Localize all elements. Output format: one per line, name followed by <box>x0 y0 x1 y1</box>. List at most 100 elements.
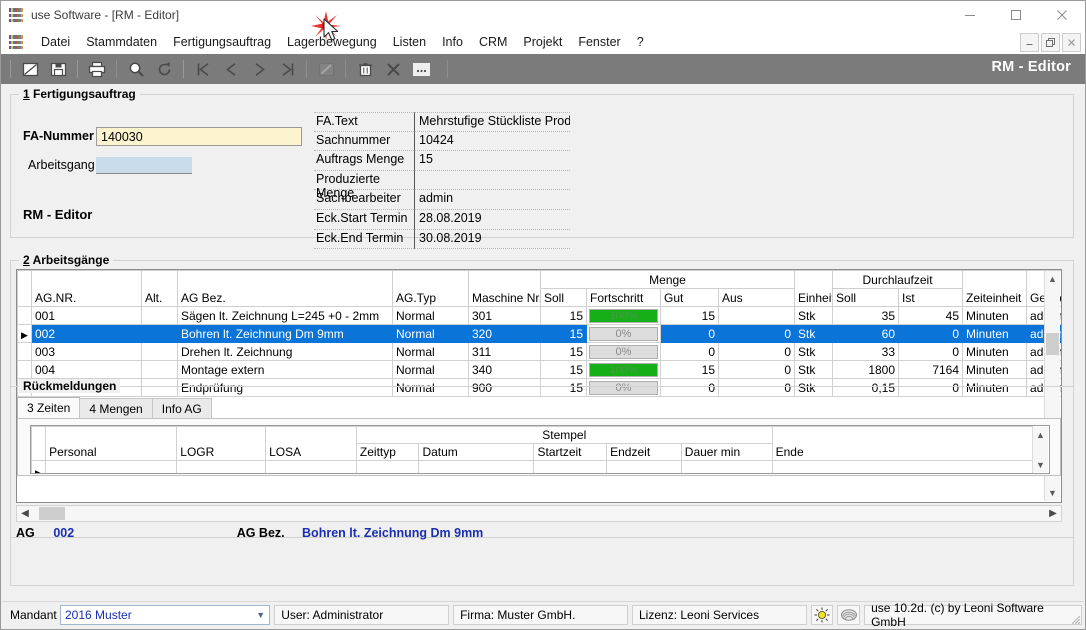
legend-text: Fertigungsauftrag <box>33 87 136 101</box>
table-row[interactable]: 003 Drehen lt. Zeichnung Normal 311 15 0% 0 0 St… <box>17 342 1061 361</box>
app-logo-icon <box>9 8 23 22</box>
mandant-select[interactable]: 2016 Muster ▼ <box>60 605 271 625</box>
menu-item-lagerbewegung[interactable]: Lagerbewegung <box>279 32 385 52</box>
rm-col-zeittyp[interactable]: Zeittyp <box>355 443 420 461</box>
cell-menge-aus: 0 <box>717 324 796 343</box>
scroll-up-icon[interactable]: ▲ <box>1045 271 1060 287</box>
col-ag-nr[interactable]: AG.NR. <box>31 270 142 307</box>
col-group-durchlaufzeit: Durchlaufzeit <box>832 270 964 289</box>
maximize-button[interactable] <box>993 1 1039 29</box>
col-menge-gut[interactable]: Gut <box>660 288 719 307</box>
refresh-icon[interactable] <box>153 59 175 79</box>
arbeitsgang-input[interactable] <box>96 157 192 174</box>
scrollbar-thumb[interactable] <box>1046 333 1059 355</box>
col-ag-bez[interactable]: AG Bez. <box>177 270 393 307</box>
print-icon[interactable] <box>86 59 108 79</box>
mandant-label: Mandant <box>10 608 57 622</box>
rm-cell-endzeit <box>606 460 682 473</box>
detail-key: FA.Text <box>314 112 414 132</box>
mdi-restore-button[interactable] <box>1041 33 1060 52</box>
rm-table-row[interactable]: ▶ <box>31 460 1034 473</box>
menu-item-datei[interactable]: Datei <box>33 32 78 52</box>
rm-cell-zeittyp <box>355 460 420 473</box>
rueckmeldungen-grid[interactable]: Personal LOGR LOSA Stempel Ende Zeittyp … <box>30 425 1050 474</box>
cell-ag-typ: Normal <box>392 342 469 361</box>
cell-ag-typ: Normal <box>392 306 469 325</box>
menu-item-listen[interactable]: Listen <box>385 32 434 52</box>
tab-zeiten[interactable]: 3 Zeiten <box>17 397 81 419</box>
fa-nummer-input[interactable] <box>96 127 302 146</box>
menu-item-projekt[interactable]: Projekt <box>515 32 570 52</box>
rm-col-endzeit[interactable]: Endzeit <box>606 443 682 461</box>
menu-logo-icon <box>9 35 23 49</box>
table-row[interactable]: ▶ 002 Bohren lt. Zeichnung Dm 9mm Normal 320… <box>17 324 1061 343</box>
menu-item-crm[interactable]: CRM <box>471 32 515 52</box>
rm-col-startzeit[interactable]: Startzeit <box>533 443 608 461</box>
tab-mengen[interactable]: 4 Mengen <box>79 398 153 419</box>
rm-col-ende[interactable]: Ende <box>771 426 1034 461</box>
cancel-icon[interactable] <box>382 59 404 79</box>
toolbar: RM - Editor <box>1 54 1085 84</box>
fertigungsauftrag-legend: 1 Fertigungsauftrag <box>19 87 140 101</box>
rm-scroll-down-icon[interactable]: ▼ <box>1033 457 1048 472</box>
menu-item-info[interactable]: Info <box>434 32 471 52</box>
col-einheit[interactable]: Einheit <box>794 270 834 307</box>
detail-key: Eck.Start Termin <box>314 210 414 230</box>
col-alt[interactable]: Alt. <box>141 270 178 307</box>
resize-grip-icon[interactable] <box>1069 613 1081 625</box>
previous-record-icon[interactable] <box>220 59 242 79</box>
sun-icon[interactable] <box>810 605 834 625</box>
rm-col-dauer-min[interactable]: Dauer min <box>680 443 773 461</box>
toolbar-separator <box>447 60 448 78</box>
mdi-close-button[interactable] <box>1062 33 1081 52</box>
editor-title: RM - Editor <box>991 59 1071 75</box>
mdi-minimize-button[interactable] <box>1020 33 1039 52</box>
rm-col-datum[interactable]: Datum <box>418 443 535 461</box>
minimize-button[interactable] <box>947 1 993 29</box>
rm-vertical-scrollbar[interactable]: ▲ ▼ <box>1032 427 1048 472</box>
tab-info-ag[interactable]: Info AG <box>151 398 212 419</box>
edit-icon[interactable] <box>19 59 41 79</box>
last-record-icon[interactable] <box>276 59 298 79</box>
progress-bar-label: 100% <box>609 309 638 322</box>
table-row[interactable]: 004 Montage extern Normal 340 15 100% 15 0 Stk 18… <box>17 360 1061 379</box>
search-icon[interactable] <box>125 59 147 79</box>
rueckmeldungen-legend: Rückmeldungen <box>19 379 121 393</box>
next-record-icon[interactable] <box>248 59 270 79</box>
cell-dlz-soll: 35 <box>832 306 900 325</box>
menu-item-fertigungsauftrag[interactable]: Fertigungsauftrag <box>165 32 279 52</box>
rm-col-logr[interactable]: LOGR <box>176 426 267 461</box>
rm-scroll-up-icon[interactable]: ▲ <box>1033 427 1048 442</box>
col-dlz-ist[interactable]: Ist <box>898 288 964 307</box>
cell-ag-nr: 002 <box>31 324 142 343</box>
col-menge-aus[interactable]: Aus <box>717 288 796 307</box>
more-icon[interactable] <box>410 59 432 79</box>
chevron-down-icon[interactable]: ▼ <box>256 610 265 620</box>
close-button[interactable] <box>1039 1 1085 29</box>
first-record-icon[interactable] <box>192 59 214 79</box>
save-icon[interactable] <box>47 59 69 79</box>
rm-col-losa[interactable]: LOSA <box>265 426 357 461</box>
row-marker <box>17 360 32 379</box>
cell-menge-aus: 0 <box>717 360 796 379</box>
col-dlz-soll[interactable]: Soll <box>832 288 900 307</box>
legend-number: 1 <box>23 87 30 101</box>
table-group-header-row: AG.NR. Alt. AG Bez. AG.Typ Maschine Nr. … <box>17 270 1061 307</box>
shell-icon[interactable] <box>837 605 861 625</box>
menu-item-stammdaten[interactable]: Stammdaten <box>78 32 165 52</box>
table-row[interactable]: 001 Sägen lt. Zeichnung L=245 +0 - 2mm Nor… <box>17 306 1061 325</box>
cell-dlz-ist: 0 <box>898 324 964 343</box>
col-menge-soll[interactable]: Soll <box>540 288 587 307</box>
menu-item-help[interactable]: ? <box>629 32 652 52</box>
col-maschine[interactable]: Maschine Nr. <box>468 270 541 307</box>
delete-icon[interactable] <box>354 59 376 79</box>
rm-col-personal[interactable]: Personal <box>45 426 178 461</box>
col-ag-typ[interactable]: AG.Typ <box>392 270 469 307</box>
menu-item-fenster[interactable]: Fenster <box>570 32 628 52</box>
col-menge-fortschritt[interactable]: Fortschritt <box>586 288 661 307</box>
col-zeiteinheit[interactable]: Zeiteinheit <box>962 270 1028 307</box>
status-bar: Mandant 2016 Muster ▼ User: Administrato… <box>2 601 1084 629</box>
content-area: 1 Fertigungsauftrag FA-Nummer Arbeitsgan… <box>2 84 1084 602</box>
detail-value: admin <box>414 190 570 210</box>
detail-row: Produzierte Menge <box>314 170 570 200</box>
